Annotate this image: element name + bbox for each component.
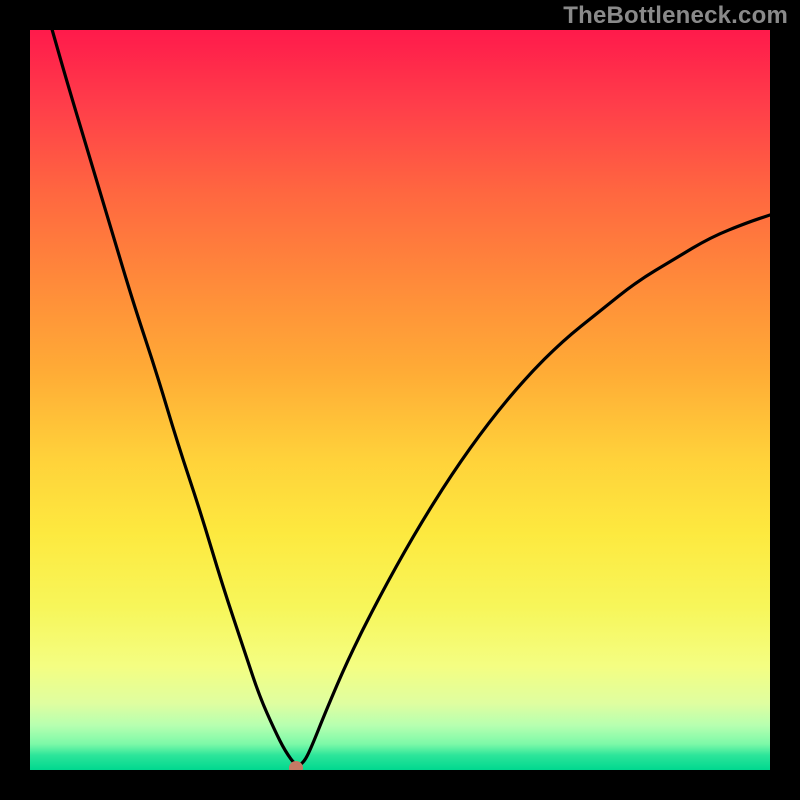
curve-path: [52, 30, 770, 765]
chart-frame: TheBottleneck.com: [0, 0, 800, 800]
curve-svg: [30, 30, 770, 770]
watermark-text: TheBottleneck.com: [563, 2, 788, 30]
minimum-marker: [289, 761, 303, 770]
plot-area: [30, 30, 770, 770]
